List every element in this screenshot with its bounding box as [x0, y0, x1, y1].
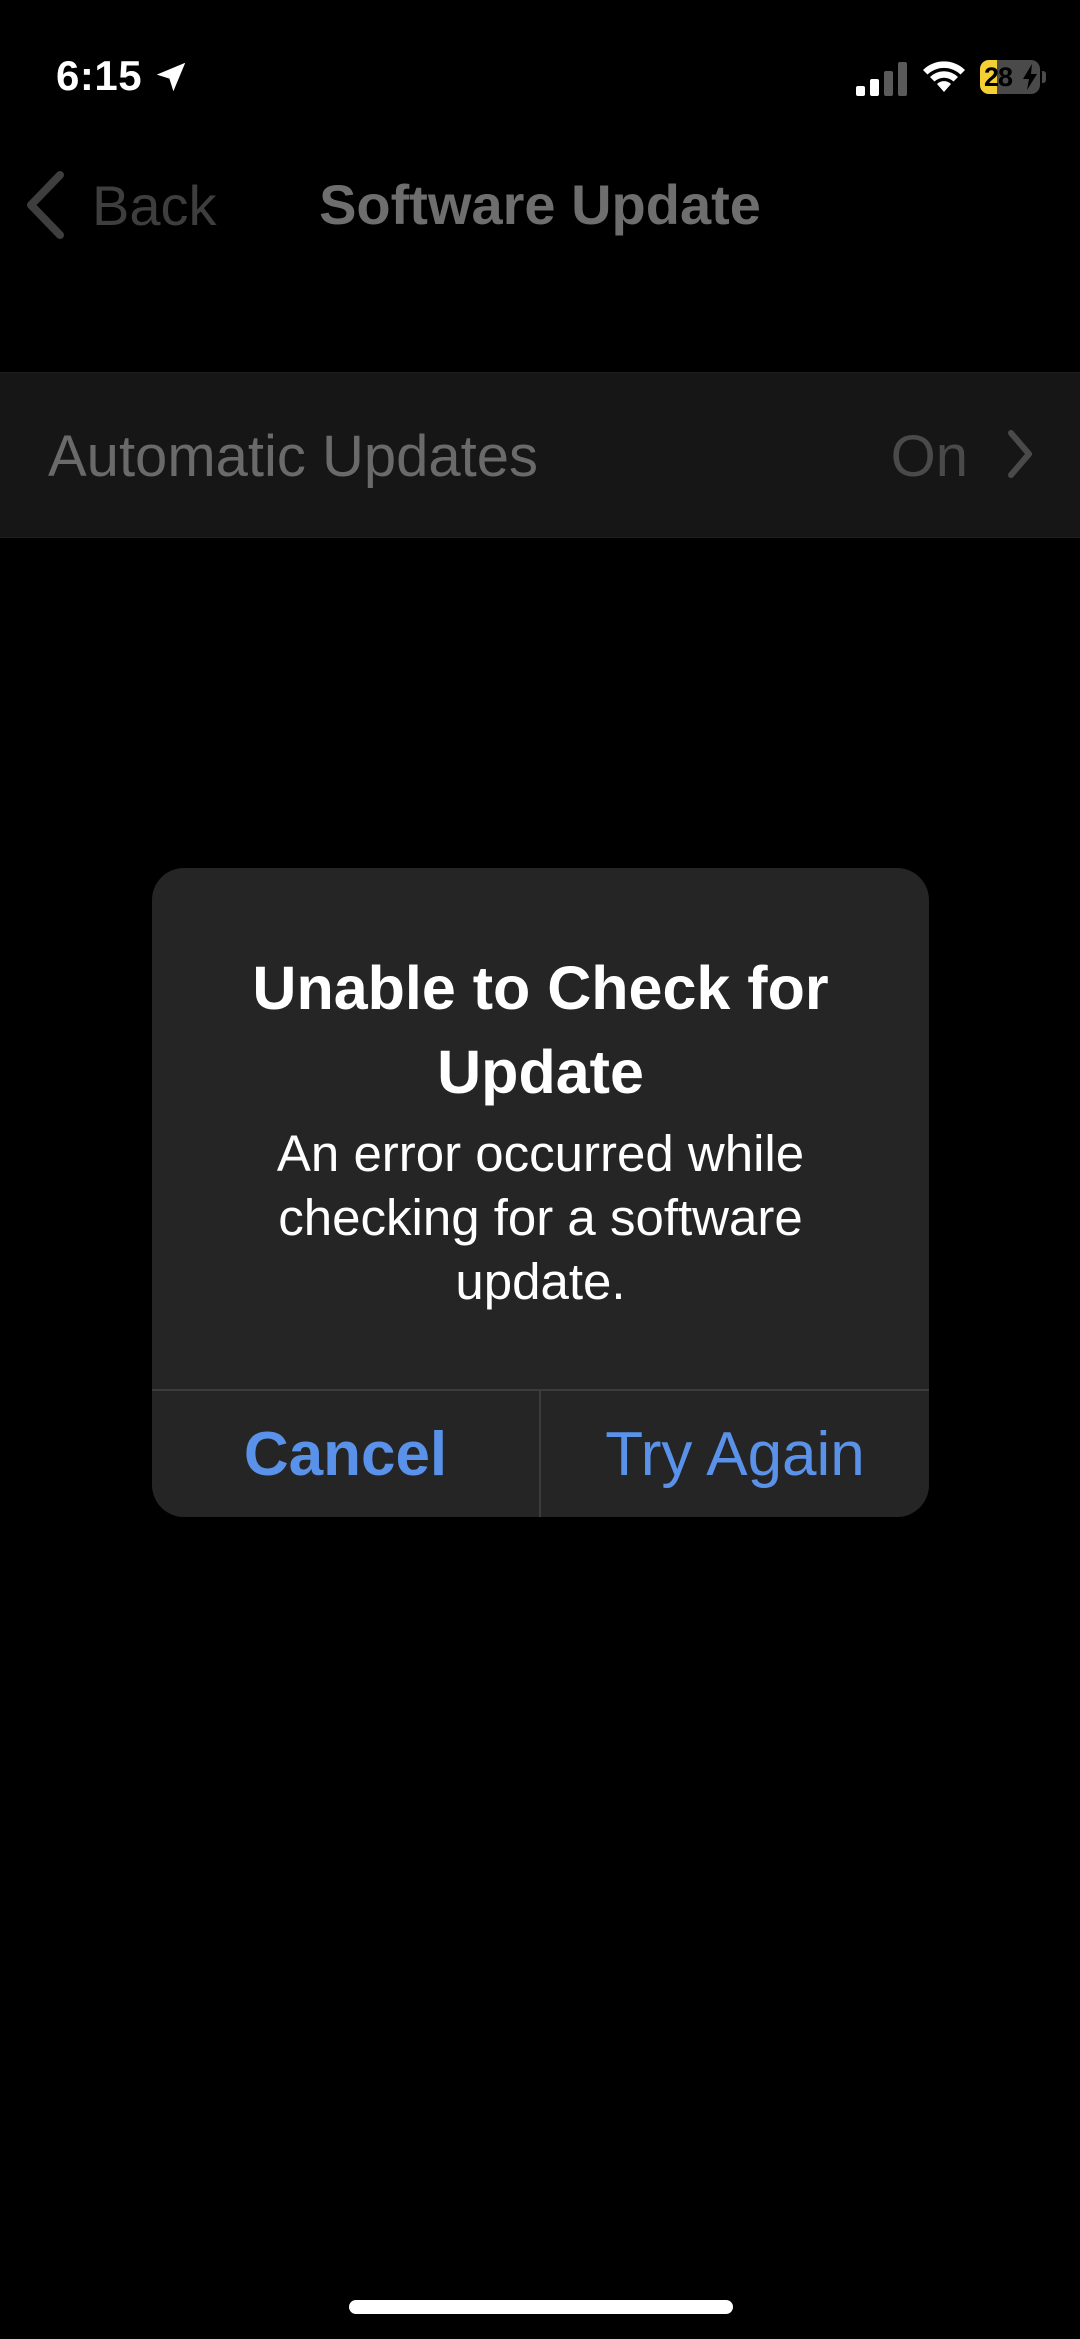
battery-level: 28: [984, 62, 1013, 92]
status-bar: 6:15 28: [0, 0, 1080, 150]
try-again-button[interactable]: Try Again: [541, 1391, 929, 1517]
home-indicator[interactable]: [349, 2300, 733, 2314]
charging-bolt-icon: [1023, 64, 1037, 90]
alert-message: An error occurred while checking for a s…: [276, 1125, 805, 1310]
alert-title: Unable to Check for Update: [252, 954, 829, 1106]
cellular-signal-icon: [856, 62, 907, 96]
wifi-icon: [923, 61, 965, 92]
automatic-updates-row[interactable]: Automatic Updates On: [0, 372, 1080, 538]
battery-body: 28: [980, 60, 1040, 94]
battery-tip: [1042, 71, 1046, 83]
navigation-bar: Back Software Update: [0, 150, 1080, 260]
error-alert-dialog: Unable to Check for Update An error occu…: [152, 868, 929, 1517]
automatic-updates-value: On: [890, 424, 968, 489]
location-arrow-icon: [156, 62, 186, 92]
automatic-updates-label: Automatic Updates: [48, 424, 539, 489]
status-time: 6:15: [56, 52, 143, 99]
cancel-button[interactable]: Cancel: [152, 1391, 539, 1517]
chevron-right-icon: [1008, 430, 1032, 478]
battery-indicator: 28: [980, 60, 1046, 94]
page-title: Software Update: [319, 173, 761, 236]
